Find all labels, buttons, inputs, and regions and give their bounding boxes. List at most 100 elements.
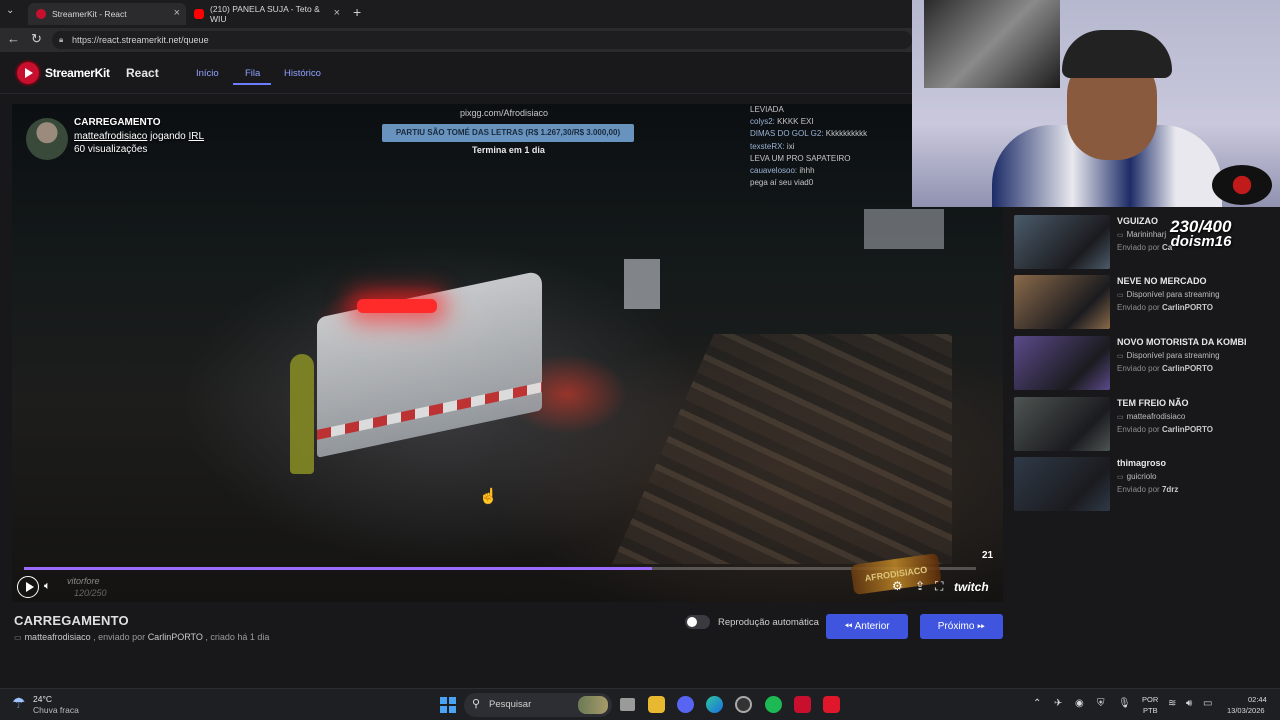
clock-time[interactable]: 02:44 — [1248, 695, 1267, 704]
tray-discord-icon[interactable]: ◉ — [1075, 698, 1084, 709]
file-explorer-icon[interactable] — [648, 696, 665, 713]
queue-item[interactable]: NEVE NO MERCADO ▭ Disponível para streamin… — [1014, 275, 1264, 331]
tab-streamerkit[interactable]: StreamerKit - React × — [28, 3, 186, 25]
nav-inicio[interactable]: Início — [196, 68, 219, 79]
weather-temp[interactable]: 24°C — [33, 694, 52, 704]
webcam-microphone — [1212, 165, 1272, 205]
video-scene-truck — [624, 259, 660, 309]
url-input[interactable]: 🔒︎ https://react.streamerkit.net/queue — [52, 31, 912, 49]
new-tab-icon[interactable]: + — [353, 4, 361, 20]
queue-item-sent-prefix: Enviado por — [1117, 243, 1160, 252]
tray-shield-icon[interactable]: ⛨ — [1097, 698, 1105, 709]
autoplay-toggle[interactable] — [685, 615, 710, 629]
clock-date[interactable]: 13/03/2026 — [1227, 706, 1265, 715]
record-app-icon[interactable] — [823, 696, 840, 713]
channel-avatar[interactable] — [26, 118, 68, 160]
play-button[interactable] — [17, 576, 39, 598]
video-player[interactable]: CARREGAMENTO matteafrodisiaco jogando IR… — [12, 104, 1003, 602]
video-goal-user: vitorfore — [67, 576, 100, 586]
windows-start-icon[interactable] — [440, 697, 456, 713]
keyboard-lang-bottom[interactable]: PTB — [1143, 706, 1158, 715]
chat-message: texsteRX: ixi — [750, 141, 925, 153]
queue-item-sent-line: Enviado por Ca — [1117, 243, 1172, 252]
queue-item-channel-line: ▭ Marininharj — [1117, 230, 1166, 239]
nav-fila[interactable]: Fila — [245, 68, 260, 79]
streamerkit-app-icon[interactable] — [794, 696, 811, 713]
edge-icon[interactable] — [706, 696, 723, 713]
fullscreen-icon[interactable]: ⛶ — [935, 579, 943, 594]
video-progress-fill — [24, 567, 653, 570]
queue-item[interactable]: NOVO MOTORISTA DA KOMBI ▭ Disponível para … — [1014, 336, 1264, 392]
queue-item-sent-prefix: Enviado por — [1117, 303, 1160, 312]
queue-item-title: NEVE NO MERCADO — [1117, 276, 1207, 286]
logo-suffix: React — [126, 66, 159, 80]
tab-list-icon[interactable]: ⌄ — [6, 5, 14, 16]
next-button[interactable]: Próximo ⏩︎ — [920, 614, 1003, 639]
queue-thumbnail[interactable] — [1014, 336, 1110, 390]
chat-username: texsteRX: — [750, 141, 785, 151]
next-label: Próximo — [937, 621, 975, 632]
chat-message: LEVA UM PRO SAPATEIRO — [750, 153, 925, 165]
chat-username: cauavelosoo: — [750, 166, 798, 176]
video-category-link[interactable]: IRL — [189, 131, 205, 142]
tray-overflow-icon[interactable]: ⌃ — [1033, 698, 1041, 709]
wifi-icon[interactable]: ≋ — [1168, 698, 1176, 709]
previous-label: Anterior — [854, 621, 890, 632]
chat-text: Kkkkkkkkkk — [825, 129, 868, 139]
streamerkit-logo-icon[interactable] — [17, 62, 39, 84]
autoplay-label: Reprodução automática — [718, 617, 819, 628]
tab-youtube[interactable]: (210) PANELA SUJA - Teto & WIU × — [186, 3, 346, 25]
tray-app-icon[interactable]: ✈ — [1054, 698, 1062, 709]
queue-item-channel-line: ▭ matteafrodisiaco — [1117, 412, 1185, 421]
queue-item[interactable]: TEM FREIO NÃO ▭ matteafrodisiaco Enviado po… — [1014, 397, 1264, 453]
spotify-icon[interactable] — [765, 696, 782, 713]
twitch-logo[interactable]: twitch — [954, 580, 989, 594]
keyboard-lang-top[interactable]: POR — [1142, 695, 1158, 704]
reload-icon[interactable]: ↻ — [31, 31, 42, 47]
clip-created: , criado há 1 dia — [205, 632, 270, 642]
chat-message: colys2: KKKK EXI — [750, 116, 925, 128]
queue-item-title: NOVO MOTORISTA DA KOMBI — [1117, 337, 1247, 347]
queue-thumbnail[interactable] — [1014, 215, 1110, 269]
obs-icon[interactable] — [735, 696, 752, 713]
queue-item-sent-prefix: Enviado por — [1117, 425, 1160, 434]
video-channel-link[interactable]: matteafrodisiaco — [74, 131, 147, 142]
share-icon[interactable]: ⇪ — [915, 579, 925, 593]
queue-item-channel: Marininharj — [1126, 230, 1167, 239]
queue-thumbnail[interactable] — [1014, 275, 1110, 329]
overlay-url: pixgg.com/Afrodisiaco — [460, 108, 549, 118]
queue-item-channel: matteafrodisiaco — [1126, 412, 1186, 421]
task-view-icon[interactable] — [620, 698, 635, 711]
video-scene-person — [290, 354, 314, 474]
os-taskbar: ☂ 24°C Chuva fraca ⚲ Pesquisar ⌃ ✈ ◉ ⛨ 🎙… — [0, 688, 1280, 720]
previous-button[interactable]: ⏪︎ Anterior — [826, 614, 908, 639]
tray-mic-icon[interactable]: 🎙︎ — [1118, 698, 1131, 709]
queue-thumbnail[interactable] — [1014, 397, 1110, 451]
queue-item-title: thimagroso — [1117, 458, 1167, 468]
nav-historico[interactable]: Histórico — [284, 68, 321, 79]
battery-icon[interactable]: ▭ — [1203, 698, 1212, 709]
video-channel-line: matteafrodisiaco jogando IRL — [74, 131, 204, 142]
taskbar-search[interactable]: ⚲ Pesquisar — [464, 693, 612, 717]
tab-label: (210) PANELA SUJA - Teto & WIU — [210, 4, 320, 24]
chat-bubble-icon: ▭ — [1117, 232, 1124, 239]
chat-text: LEVA UM PRO SAPATEIRO — [750, 153, 851, 163]
stream-goal-overlay: 230/400 doism16 — [1170, 218, 1231, 249]
logo-text[interactable]: StreamerKit — [45, 66, 110, 80]
close-icon[interactable]: × — [334, 7, 340, 19]
speaker-icon[interactable]: 🔊︎ — [1186, 698, 1192, 709]
discord-icon[interactable] — [677, 696, 694, 713]
back-icon[interactable]: ← — [7, 31, 20, 46]
queue-thumbnail[interactable] — [1014, 457, 1110, 511]
close-icon[interactable]: × — [174, 7, 180, 19]
volume-icon[interactable]: 🔈︎ — [44, 580, 51, 593]
chat-message: cauavelosoo: ihhh — [750, 165, 925, 177]
queue-item[interactable]: thimagroso ▭ guicriolo Enviado por 7drz — [1014, 457, 1264, 513]
stream-chat-overlay: LEVIADA colys2: KKKK EXI DIMAS DO GOL G2: … — [750, 104, 925, 189]
clip-channel-link[interactable]: matteafrodisiaco — [25, 632, 91, 642]
settings-gear-icon[interactable]: ⚙ — [892, 579, 903, 593]
weather-desc[interactable]: Chuva fraca — [33, 705, 79, 715]
weather-icon[interactable]: ☂ — [12, 694, 25, 712]
chat-text: LEVIADA — [750, 105, 784, 114]
video-progress-bar[interactable] — [24, 567, 976, 570]
